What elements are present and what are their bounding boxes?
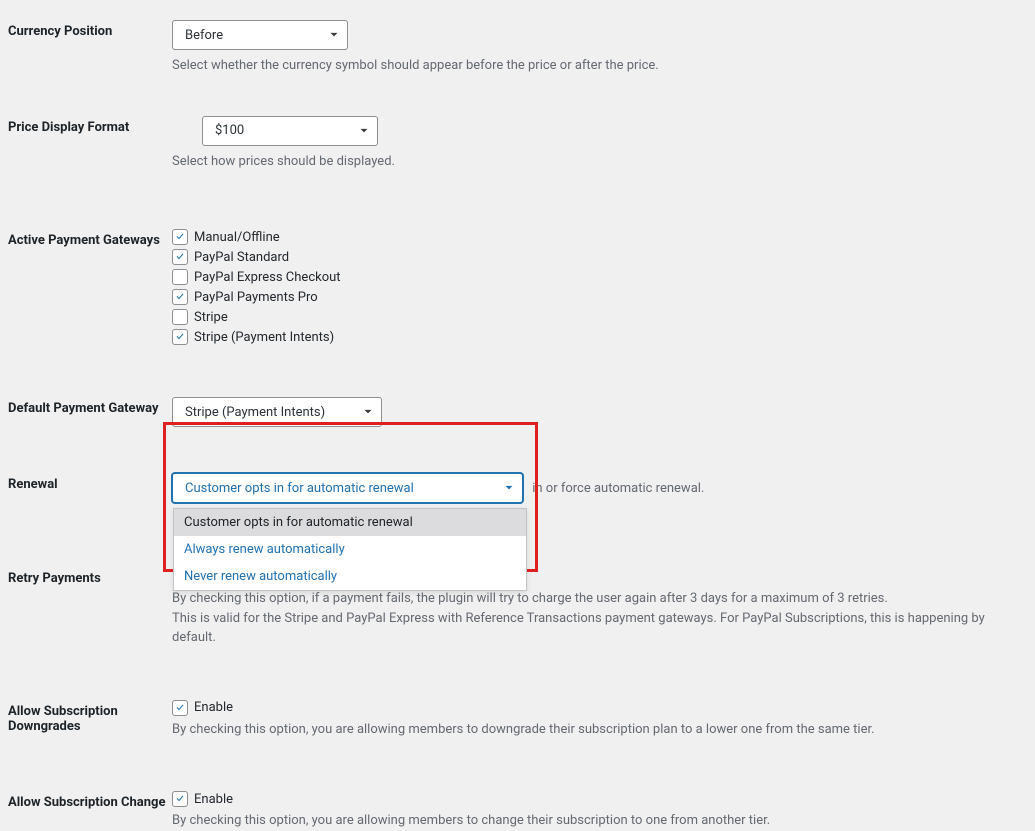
price-display-description: Select how prices should be displayed.	[172, 152, 1027, 172]
row-renewal: Renewal Customer opts in for automatic r…	[0, 473, 1035, 503]
gateway-row-2: PayPal Express Checkout	[172, 269, 1027, 285]
gateway-checkbox-5[interactable]	[172, 329, 188, 345]
allow-downgrades-checkbox[interactable]	[172, 700, 188, 716]
gateway-label-4[interactable]: Stripe	[194, 310, 228, 325]
price-display-label: Price Display Format	[8, 120, 129, 135]
gateway-row-0: Manual/Offline	[172, 229, 1027, 245]
active-gateways-label: Active Payment Gateways	[8, 233, 160, 248]
renewal-dropdown-list: Customer opts in for automatic renewal A…	[173, 508, 527, 591]
gateway-label-5[interactable]: Stripe (Payment Intents)	[194, 330, 334, 345]
renewal-selected-value: Customer opts in for automatic renewal	[185, 481, 414, 496]
retry-payments-desc-2: This is valid for the Stripe and PayPal …	[172, 609, 1027, 648]
renewal-option-0[interactable]: Customer opts in for automatic renewal	[174, 509, 526, 536]
allow-change-checkbox[interactable]	[172, 791, 188, 807]
allow-downgrades-enable-label[interactable]: Enable	[194, 700, 233, 715]
row-currency-position: Currency Position Before Select whether …	[0, 20, 1035, 76]
currency-position-select[interactable]: Before	[172, 20, 348, 50]
gateway-row-5: Stripe (Payment Intents)	[172, 329, 1027, 345]
gateway-checkbox-0[interactable]	[172, 229, 188, 245]
renewal-description-tail: in or force automatic renewal.	[532, 481, 704, 496]
row-price-display: Price Display Format $100 Select how pri…	[0, 116, 1035, 172]
gateway-checkbox-1[interactable]	[172, 249, 188, 265]
row-default-gateway: Default Payment Gateway Stripe (Payment …	[0, 397, 1035, 427]
gateway-label-2[interactable]: PayPal Express Checkout	[194, 270, 341, 285]
gateway-row-4: Stripe	[172, 309, 1027, 325]
gateway-checkbox-3[interactable]	[172, 289, 188, 305]
row-allow-change: Allow Subscription Change Enable By chec…	[0, 791, 1035, 831]
retry-payments-label: Retry Payments	[8, 571, 101, 586]
default-gateway-value: Stripe (Payment Intents)	[185, 405, 325, 420]
renewal-label: Renewal	[8, 477, 58, 492]
allow-change-enable-label[interactable]: Enable	[194, 792, 233, 807]
chevron-down-icon	[327, 28, 341, 42]
allow-downgrades-description: By checking this option, you are allowin…	[172, 720, 1027, 740]
gateway-row-1: PayPal Standard	[172, 249, 1027, 265]
allow-change-description: By checking this option, you are allowin…	[172, 811, 1027, 831]
gateway-checkbox-4[interactable]	[172, 309, 188, 325]
gateway-label-1[interactable]: PayPal Standard	[194, 250, 289, 265]
gateway-checkbox-2[interactable]	[172, 269, 188, 285]
price-display-select[interactable]: $100	[202, 116, 378, 146]
renewal-option-2[interactable]: Never renew automatically	[174, 563, 526, 590]
gateway-row-3: PayPal Payments Pro	[172, 289, 1027, 305]
row-allow-downgrades: Allow Subscription Downgrades Enable By …	[0, 700, 1035, 740]
default-gateway-select[interactable]: Stripe (Payment Intents)	[172, 397, 382, 427]
renewal-option-1[interactable]: Always renew automatically	[174, 536, 526, 563]
renewal-select[interactable]: Customer opts in for automatic renewal C…	[172, 473, 523, 503]
currency-position-value: Before	[185, 28, 223, 43]
currency-position-label: Currency Position	[8, 24, 112, 39]
gateway-label-3[interactable]: PayPal Payments Pro	[194, 290, 318, 305]
chevron-down-icon	[361, 405, 375, 419]
chevron-down-icon	[357, 124, 371, 138]
gateway-label-0[interactable]: Manual/Offline	[194, 230, 280, 245]
chevron-down-icon	[502, 481, 516, 495]
allow-change-label: Allow Subscription Change	[8, 795, 165, 810]
row-active-gateways: Active Payment Gateways Manual/Offline Pa…	[0, 229, 1035, 349]
default-gateway-label: Default Payment Gateway	[8, 401, 159, 416]
currency-position-description: Select whether the currency symbol shoul…	[172, 56, 1027, 76]
active-gateways-list: Manual/Offline PayPal Standard PayPal Expr…	[172, 229, 1027, 349]
retry-payments-desc-1: By checking this option, if a payment fa…	[172, 589, 1027, 609]
allow-downgrades-label: Allow Subscription Downgrades	[8, 704, 118, 734]
price-display-value: $100	[215, 123, 244, 138]
